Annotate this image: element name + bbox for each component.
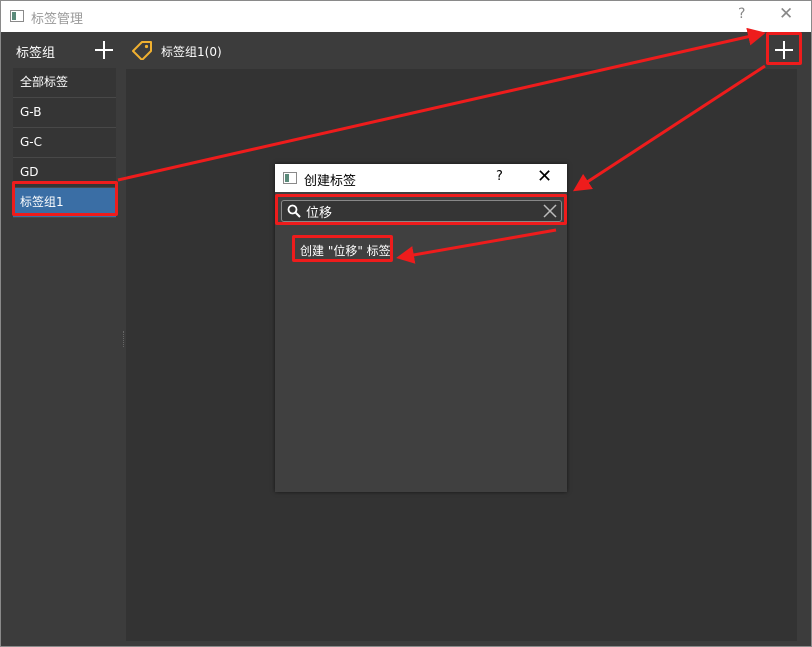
dialog-title-bar: 创建标签 ? ✕ bbox=[275, 164, 567, 192]
add-tag-button[interactable] bbox=[775, 41, 793, 59]
close-button[interactable]: ✕ bbox=[779, 4, 793, 24]
create-tag-dialog: 创建标签 ? ✕ 创建 "位移" 标签 bbox=[275, 164, 567, 492]
clear-icon[interactable] bbox=[543, 204, 557, 218]
app-icon bbox=[10, 10, 24, 22]
group-item-g-b[interactable]: G-B bbox=[13, 98, 116, 128]
current-group-label: 标签组1(0) bbox=[161, 45, 222, 59]
splitter-handle[interactable] bbox=[123, 331, 125, 347]
add-group-button[interactable] bbox=[95, 41, 113, 59]
tag-search-box bbox=[281, 200, 562, 222]
dialog-close-button[interactable]: ✕ bbox=[537, 166, 552, 187]
title-bar: 标签管理 ? ✕ bbox=[1, 1, 811, 32]
window-title: 标签管理 bbox=[31, 12, 84, 27]
dialog-title: 创建标签 bbox=[304, 174, 357, 189]
dialog-app-icon bbox=[283, 172, 297, 184]
group-list: 全部标签 G-B G-C GD 标签组1 bbox=[13, 68, 116, 218]
create-tag-option[interactable]: 创建 "位移" 标签 bbox=[300, 242, 391, 259]
tag-group-label: 标签组 bbox=[16, 46, 56, 61]
tag-manager-window: 标签管理 ? ✕ 标签组 标签组1(0) 全部标签 G-B G-C GD 标签组… bbox=[0, 0, 812, 647]
group-item-tag-group-1[interactable]: 标签组1 bbox=[13, 188, 116, 218]
tag-search-input[interactable] bbox=[306, 203, 536, 220]
group-item-all[interactable]: 全部标签 bbox=[13, 68, 116, 98]
search-icon bbox=[287, 204, 301, 218]
group-item-g-c[interactable]: G-C bbox=[13, 128, 116, 158]
toolbar: 标签组 标签组1(0) bbox=[1, 32, 811, 69]
dialog-help-button[interactable]: ? bbox=[496, 169, 503, 184]
tag-icon bbox=[132, 41, 152, 60]
group-item-gd[interactable]: GD bbox=[13, 158, 116, 188]
help-button[interactable]: ? bbox=[738, 6, 745, 22]
